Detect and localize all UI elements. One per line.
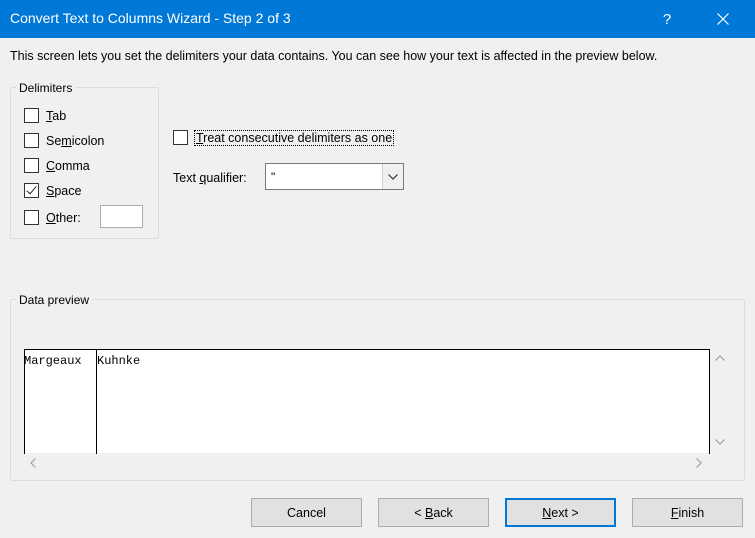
scroll-up-icon[interactable] <box>715 355 725 361</box>
back-button[interactable]: < Back <box>378 498 489 527</box>
chevron-down-icon <box>388 173 398 180</box>
tab-label: Tab <box>46 108 67 123</box>
title-bar: Convert Text to Columns Wizard - Step 2 … <box>0 0 755 38</box>
text-qualifier-label: Text qualifier: <box>173 171 247 185</box>
semicolon-checkbox[interactable] <box>24 133 39 148</box>
other-label: Other: <box>46 210 81 225</box>
space-checkbox[interactable] <box>24 183 39 198</box>
window-title: Convert Text to Columns Wizard - Step 2 … <box>10 10 291 26</box>
finish-button[interactable]: Finish <box>632 498 743 527</box>
scroll-right-icon[interactable] <box>696 458 702 468</box>
column-border-right <box>709 350 710 454</box>
scroll-down-icon[interactable] <box>715 439 725 445</box>
data-preview-area[interactable]: Margeaux Kuhnke <box>24 349 710 454</box>
preview-cell-1: Margeaux <box>24 354 82 368</box>
space-label: Space <box>46 183 82 198</box>
semicolon-label: Semicolon <box>46 133 105 148</box>
data-preview-legend: Data preview <box>16 293 93 307</box>
preview-cell-2: Kuhnke <box>97 354 141 368</box>
scroll-left-icon[interactable] <box>30 458 36 468</box>
consecutive-label: Treat consecutive delimiters as one <box>193 129 395 146</box>
consecutive-checkbox-row[interactable]: Treat consecutive delimiters as one <box>173 129 395 146</box>
dropdown-button[interactable] <box>382 164 403 189</box>
semicolon-checkbox-row[interactable]: Semicolon <box>24 133 104 148</box>
space-checkbox-row[interactable]: Space <box>24 183 81 198</box>
instructions-text: This screen lets you set the delimiters … <box>10 49 658 63</box>
comma-checkbox[interactable] <box>24 158 39 173</box>
close-button[interactable] <box>700 0 746 38</box>
cancel-button[interactable]: Cancel <box>251 498 362 527</box>
tab-checkbox[interactable] <box>24 108 39 123</box>
other-checkbox[interactable] <box>24 210 39 225</box>
horizontal-scrollbar[interactable] <box>24 454 710 472</box>
tab-checkbox-row[interactable]: Tab <box>24 108 66 123</box>
other-delimiter-input[interactable] <box>100 205 143 228</box>
comma-checkbox-row[interactable]: Comma <box>24 158 90 173</box>
comma-label: Comma <box>46 158 90 173</box>
consecutive-checkbox[interactable] <box>173 130 188 145</box>
text-qualifier-value: " <box>271 170 276 184</box>
next-button[interactable]: Next > <box>505 498 616 527</box>
close-icon <box>717 13 729 25</box>
other-checkbox-row[interactable]: Other: <box>24 210 81 225</box>
text-qualifier-select[interactable]: " <box>265 163 404 190</box>
help-icon: ? <box>662 10 672 28</box>
help-button[interactable]: ? <box>644 0 690 38</box>
delimiters-legend: Delimiters <box>16 81 76 95</box>
vertical-scrollbar[interactable] <box>711 349 729 453</box>
